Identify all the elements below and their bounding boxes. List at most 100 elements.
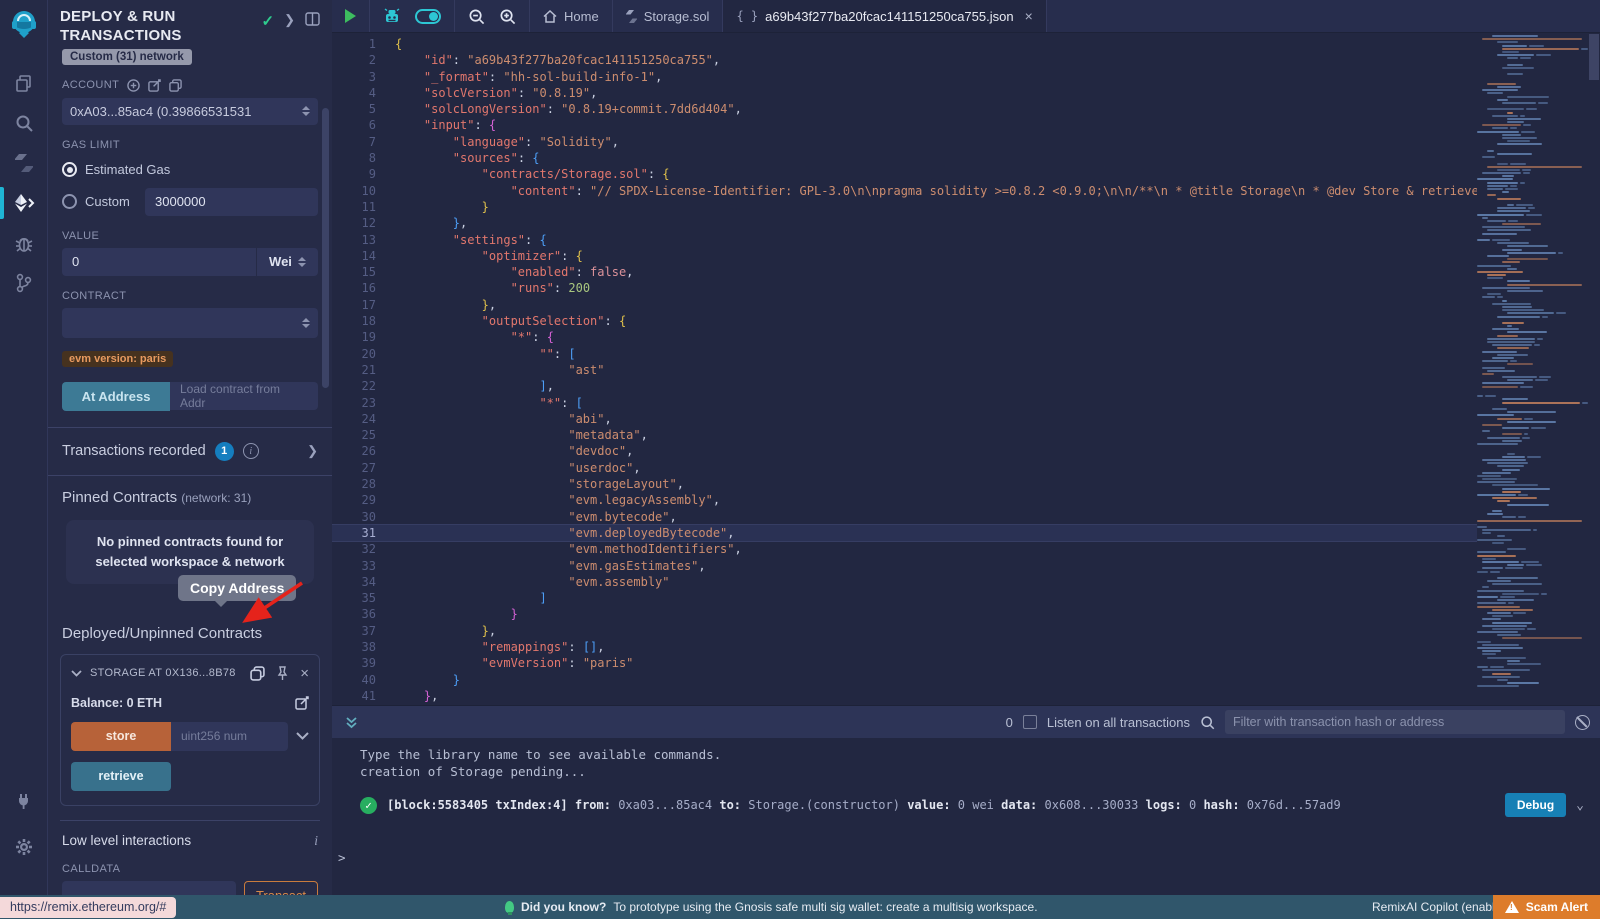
remix-logo[interactable]	[8, 8, 40, 45]
zoom-out-icon[interactable]	[468, 8, 485, 25]
close-tab-icon[interactable]: ×	[1025, 8, 1033, 24]
expand-transactions-icon[interactable]: ❯	[307, 443, 318, 459]
editor-area: Home Storage.sol { } a69b43f277ba20fcac1…	[332, 0, 1600, 895]
account-select[interactable]: 0xA03...85ac4 (0.39866531531	[62, 98, 318, 125]
account-label: ACCOUNT	[62, 79, 119, 91]
lightbulb-icon	[505, 901, 514, 913]
did-you-know-tip: Did you know? To prototype using the Gno…	[505, 900, 1038, 914]
solidity-file-icon	[626, 10, 637, 23]
code-lines: 1{2"id": "a69b43f277ba20fcac141151250ca7…	[332, 36, 1477, 704]
estimated-gas-label: Estimated Gas	[85, 162, 170, 177]
value-unit-select[interactable]: Wei	[256, 248, 318, 276]
terminal-prompt[interactable]: >	[338, 850, 346, 865]
remove-contract-icon[interactable]: ×	[300, 665, 309, 682]
low-level-info-icon[interactable]: i	[314, 833, 318, 849]
balance-value: 0 ETH	[127, 696, 162, 710]
edit-account-icon[interactable]	[148, 79, 161, 92]
pin-contract-icon[interactable]	[276, 666, 289, 681]
edit-balance-icon[interactable]	[295, 696, 309, 710]
debugger-icon[interactable]	[0, 223, 48, 263]
terminal-line: Type the library name to see available c…	[360, 746, 1600, 763]
transactions-count-badge: 1	[215, 442, 234, 461]
file-explorer-icon[interactable]	[0, 63, 48, 103]
git-branch-icon[interactable]	[0, 263, 48, 303]
value-label: VALUE	[62, 230, 318, 242]
json-file-icon: { }	[736, 9, 758, 23]
contract-select[interactable]	[62, 308, 318, 338]
calldata-input[interactable]	[62, 881, 236, 895]
plugin-manager-icon[interactable]	[0, 781, 48, 821]
custom-gas-input[interactable]: 3000000	[145, 188, 318, 216]
collapse-terminal-icon[interactable]	[345, 716, 358, 729]
terminal-output: Type the library name to see available c…	[332, 738, 1600, 780]
solidity-compiler-icon[interactable]	[0, 143, 48, 183]
tx-expand-icon[interactable]: ⌄	[1576, 798, 1584, 813]
link-url-tooltip: https://remix.ethereum.org/#	[0, 897, 176, 918]
copy-address-icon[interactable]	[250, 666, 265, 681]
at-address-button[interactable]: At Address	[62, 382, 170, 411]
store-function-button[interactable]: store	[71, 722, 171, 751]
search-icon[interactable]	[0, 103, 48, 143]
contract-label: CONTRACT	[62, 290, 318, 302]
editor-scrollbar[interactable]	[1588, 33, 1600, 705]
info-icon[interactable]: i	[243, 443, 259, 459]
listen-all-label: Listen on all transactions	[1047, 715, 1190, 730]
estimated-gas-radio[interactable]	[62, 162, 77, 177]
filter-transactions-input[interactable]: Filter with transaction hash or address	[1225, 710, 1565, 734]
custom-gas-label: Custom	[85, 194, 137, 209]
tab-home[interactable]: Home	[530, 0, 613, 32]
deploy-run-icon[interactable]	[0, 183, 48, 223]
terminal-header: 0 Listen on all transactions Filter with…	[332, 705, 1600, 738]
listen-all-checkbox[interactable]	[1023, 715, 1037, 729]
tab-json-active[interactable]: { } a69b43f277ba20fcac141151250ca755.jso…	[723, 0, 1046, 32]
pinned-contracts-title: Pinned Contracts (network: 31)	[48, 476, 332, 506]
pin-panel-icon[interactable]	[305, 12, 320, 26]
store-arg-input[interactable]: uint256 num	[171, 722, 288, 751]
expand-args-icon[interactable]	[296, 732, 309, 740]
status-check-icon: ✓	[262, 12, 275, 30]
collapse-chevron-icon[interactable]	[71, 670, 82, 677]
run-script-icon[interactable]	[345, 9, 356, 23]
contract-instance-name[interactable]: STORAGE AT 0X136...8B78	[90, 667, 236, 679]
tab-storage-sol[interactable]: Storage.sol	[613, 0, 724, 32]
settings-gear-icon[interactable]	[0, 827, 48, 867]
gas-limit-label: GAS LIMIT	[62, 139, 318, 151]
contract-stepper-icon	[302, 318, 310, 328]
editor-tabbar: Home Storage.sol { } a69b43f277ba20fcac1…	[332, 0, 1600, 33]
copilot-status[interactable]: RemixAI Copilot (enabled)	[1372, 900, 1512, 914]
tx-success-icon: ✓	[360, 797, 377, 814]
copy-account-icon[interactable]	[169, 79, 182, 92]
status-bar: Did you know? To prototype using the Gno…	[0, 895, 1600, 919]
chevron-right-icon[interactable]: ❯	[284, 12, 295, 28]
warning-icon	[1505, 901, 1519, 913]
zoom-in-icon[interactable]	[499, 8, 516, 25]
custom-gas-radio[interactable]	[62, 194, 77, 209]
tx-log-text: [block:5583405 txIndex:4] from: 0xa03...…	[387, 798, 1495, 812]
transaction-log-row[interactable]: ✓ [block:5583405 txIndex:4] from: 0xa03.…	[360, 793, 1584, 817]
transact-button[interactable]: Transact	[244, 881, 318, 895]
debug-button[interactable]: Debug	[1505, 793, 1566, 817]
value-input[interactable]: 0	[62, 248, 256, 276]
minimap[interactable]	[1477, 33, 1588, 705]
scam-alert-button[interactable]: Scam Alert	[1493, 895, 1600, 919]
code-editor[interactable]: 1{2"id": "a69b43f277ba20fcac141151250ca7…	[332, 33, 1600, 705]
terminal-search-icon[interactable]	[1200, 715, 1215, 730]
network-badge: Custom (31) network	[62, 49, 192, 65]
icon-rail	[0, 0, 48, 895]
transaction-count: 0	[1006, 715, 1013, 730]
ai-copilot-robot-icon[interactable]	[383, 8, 401, 25]
copilot-toggle[interactable]	[415, 9, 441, 24]
panel-title: DEPLOY & RUN TRANSACTIONS	[60, 8, 182, 46]
annotation-arrow	[230, 575, 310, 630]
terminal-line: creation of Storage pending...	[360, 763, 1600, 780]
home-icon	[543, 10, 557, 23]
balance-label: Balance:	[71, 696, 123, 710]
remix-ide-window: DEPLOY & RUN TRANSACTIONS ✓ ❯ Custom (31…	[0, 0, 1600, 919]
at-address-input[interactable]: Load contract from Addr	[170, 382, 318, 410]
terminal[interactable]: Type the library name to see available c…	[332, 738, 1600, 895]
retrieve-function-button[interactable]: retrieve	[71, 762, 171, 791]
add-account-icon[interactable]	[127, 79, 140, 92]
clear-console-icon[interactable]	[1575, 715, 1590, 730]
evm-version-badge: evm version: paris	[62, 351, 173, 367]
panel-scrollbar[interactable]	[322, 108, 329, 388]
